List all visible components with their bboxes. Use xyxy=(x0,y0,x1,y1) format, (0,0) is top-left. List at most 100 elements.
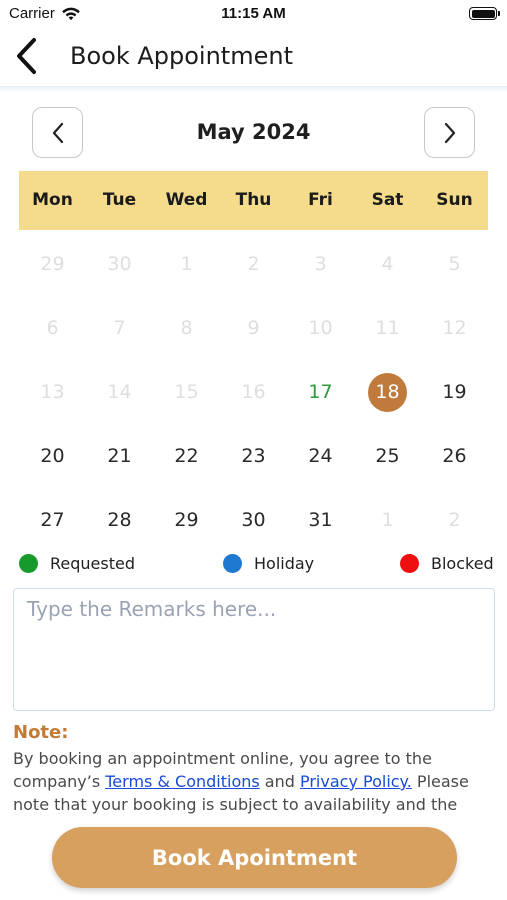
day-number: 29 xyxy=(174,509,199,531)
legend-item-blocked: Blocked xyxy=(400,554,494,573)
weekday-label: Mon xyxy=(32,190,73,210)
book-appointment-button[interactable]: Book Apointment xyxy=(52,827,457,888)
day-number: 29 xyxy=(40,253,65,275)
day-cell: 16 xyxy=(220,360,287,424)
day-number: 17 xyxy=(308,381,333,403)
day-number: 25 xyxy=(375,445,400,467)
day-cell: 5 xyxy=(421,232,488,296)
day-cell: 1 xyxy=(153,232,220,296)
calendar-grid: 29 30 1 2 3 4 5 6 7 8 9 10 11 12 13 14 15 16 17 18 19 20 21 22 2… xyxy=(19,232,488,552)
day-cell[interactable]: 30 xyxy=(220,488,287,552)
day-cell: 15 xyxy=(153,360,220,424)
day-number: 24 xyxy=(308,445,333,467)
day-number: 12 xyxy=(442,317,467,339)
day-number: 30 xyxy=(107,253,132,275)
day-number: 19 xyxy=(442,381,467,403)
day-cell: 3 xyxy=(287,232,354,296)
day-number: 15 xyxy=(174,381,199,403)
day-number: 9 xyxy=(247,317,260,339)
day-cell[interactable]: 22 xyxy=(153,424,220,488)
day-number: 2 xyxy=(448,509,461,531)
day-cell: 12 xyxy=(421,296,488,360)
day-number: 16 xyxy=(241,381,266,403)
weekday-label: Sun xyxy=(436,190,473,210)
day-cell[interactable]: 19 xyxy=(421,360,488,424)
day-number: 5 xyxy=(448,253,461,275)
day-cell: 14 xyxy=(86,360,153,424)
day-cell: 10 xyxy=(287,296,354,360)
privacy-link[interactable]: Privacy Policy. xyxy=(300,772,412,791)
day-number: 10 xyxy=(308,317,333,339)
day-number: 11 xyxy=(375,317,400,339)
status-bar: Carrier 11:15 AM xyxy=(0,0,507,28)
day-cell: 11 xyxy=(354,296,421,360)
day-cell[interactable]: 20 xyxy=(19,424,86,488)
note-text-part: and xyxy=(259,772,300,791)
day-number: 26 xyxy=(442,445,467,467)
day-number: 3 xyxy=(314,253,327,275)
day-cell[interactable]: 29 xyxy=(153,488,220,552)
day-number: 7 xyxy=(113,317,126,339)
day-cell: 9 xyxy=(220,296,287,360)
chevron-left-icon xyxy=(17,38,36,74)
weekday-label: Fri xyxy=(308,190,333,210)
day-cell[interactable]: 24 xyxy=(287,424,354,488)
weekday-label: Tue xyxy=(102,190,137,210)
day-number: 20 xyxy=(40,445,65,467)
back-button[interactable] xyxy=(8,36,44,76)
day-cell: 30 xyxy=(86,232,153,296)
legend-item-requested: Requested xyxy=(19,554,135,573)
weekday-label: Wed xyxy=(165,190,208,210)
day-cell[interactable]: 31 xyxy=(287,488,354,552)
day-cell: 8 xyxy=(153,296,220,360)
day-number: 1 xyxy=(180,253,193,275)
day-cell: 4 xyxy=(354,232,421,296)
day-number: 31 xyxy=(308,509,333,531)
day-cell[interactable]: 27 xyxy=(19,488,86,552)
weekday-label: Sat xyxy=(371,190,404,210)
day-number: 30 xyxy=(241,509,266,531)
day-cell[interactable]: 17 xyxy=(287,360,354,424)
note-text: By booking an appointment online, you ag… xyxy=(13,747,497,817)
weekday-header: Mon Tue Wed Thu Fri Sat Sun xyxy=(19,171,488,230)
legend: Requested Holiday Blocked xyxy=(0,554,507,576)
day-cell: 29 xyxy=(19,232,86,296)
day-cell[interactable]: 28 xyxy=(86,488,153,552)
next-month-button[interactable] xyxy=(424,107,475,158)
day-number: 21 xyxy=(107,445,132,467)
day-number: 2 xyxy=(247,253,260,275)
weekday-label: Thu xyxy=(235,190,272,210)
day-number: 1 xyxy=(381,509,394,531)
day-cell: 2 xyxy=(421,488,488,552)
selected-day-cell[interactable]: 18 xyxy=(354,360,421,424)
note-label: Note: xyxy=(13,722,69,743)
day-cell[interactable]: 26 xyxy=(421,424,488,488)
chevron-right-icon xyxy=(444,122,455,143)
day-number: 18 xyxy=(368,372,407,412)
day-cell: 13 xyxy=(19,360,86,424)
day-number: 13 xyxy=(40,381,65,403)
day-number: 4 xyxy=(381,253,394,275)
legend-label: Requested xyxy=(50,554,135,573)
requested-dot-icon xyxy=(19,554,38,573)
day-number: 22 xyxy=(174,445,199,467)
day-cell[interactable]: 25 xyxy=(354,424,421,488)
legend-item-holiday: Holiday xyxy=(223,554,314,573)
terms-link[interactable]: Terms & Conditions xyxy=(105,772,259,791)
remarks-input[interactable] xyxy=(13,588,495,711)
day-cell: 7 xyxy=(86,296,153,360)
day-cell: 1 xyxy=(354,488,421,552)
day-number: 27 xyxy=(40,509,65,531)
day-number: 14 xyxy=(107,381,132,403)
holiday-dot-icon xyxy=(223,554,242,573)
day-cell: 6 xyxy=(19,296,86,360)
day-cell[interactable]: 21 xyxy=(86,424,153,488)
day-number: 23 xyxy=(241,445,266,467)
day-cell: 2 xyxy=(220,232,287,296)
day-cell[interactable]: 23 xyxy=(220,424,287,488)
day-number: 8 xyxy=(180,317,193,339)
legend-label: Holiday xyxy=(254,554,315,573)
header-divider xyxy=(0,86,507,92)
day-number: 28 xyxy=(107,509,132,531)
clock: 11:15 AM xyxy=(221,5,286,22)
